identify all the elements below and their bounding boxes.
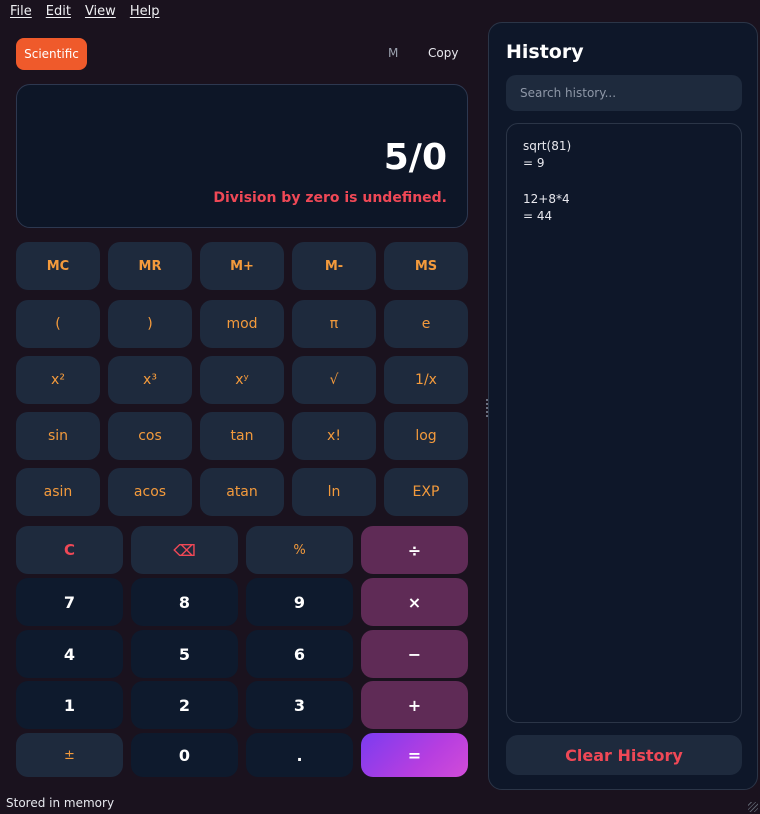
sci-key-button[interactable]: x! <box>292 412 376 460</box>
digit-5-button[interactable]: 5 <box>131 630 238 678</box>
sci-key-button[interactable]: ( <box>16 300 100 348</box>
history-entry-result: = 9 <box>523 156 545 170</box>
memory-mr-button[interactable]: MR <box>108 242 192 290</box>
menu-bar: File Edit View Help <box>0 0 760 22</box>
calculator-toolbar: Scientific M Copy <box>16 38 468 70</box>
negate-button[interactable]: ± <box>16 733 123 777</box>
digit-3-button[interactable]: 3 <box>246 681 353 729</box>
memory-mc-button[interactable]: MC <box>16 242 100 290</box>
history-entry-expression: sqrt(81) <box>523 139 572 153</box>
percent-button[interactable]: % <box>246 526 353 574</box>
clear-button[interactable]: C <box>16 526 123 574</box>
sci-key-button[interactable]: ) <box>108 300 192 348</box>
sci-key-button[interactable]: asin <box>16 468 100 516</box>
sci-key-button[interactable]: ln <box>292 468 376 516</box>
operator-button[interactable]: ÷ <box>361 526 468 574</box>
sci-key-button[interactable]: π <box>292 300 376 348</box>
sci-key-button[interactable]: acos <box>108 468 192 516</box>
sci-key-button[interactable]: √ <box>292 356 376 404</box>
mode-button[interactable]: Scientific <box>16 38 87 70</box>
sci-key-button[interactable]: cos <box>108 412 192 460</box>
digit-8-button[interactable]: 8 <box>131 578 238 626</box>
sci-key-button[interactable]: x² <box>16 356 100 404</box>
calculator-display: 5/0 Division by zero is undefined. <box>16 84 468 228</box>
history-entry[interactable]: sqrt(81) = 9 <box>523 138 725 172</box>
digit-6-button[interactable]: 6 <box>246 630 353 678</box>
digit-0-button[interactable]: 0 <box>131 733 238 777</box>
sci-key-button[interactable]: EXP <box>384 468 468 516</box>
digit-4-button[interactable]: 4 <box>16 630 123 678</box>
history-entry[interactable]: 12+8*4 = 44 <box>523 191 725 225</box>
history-list: sqrt(81) = 9 12+8*4 = 44 <box>506 123 742 723</box>
status-bar-text: Stored in memory <box>6 796 115 810</box>
error-message: Division by zero is undefined. <box>213 190 447 206</box>
history-entry-result: = 44 <box>523 209 553 223</box>
history-search-input[interactable] <box>506 75 742 111</box>
operator-button[interactable]: − <box>361 630 468 678</box>
operator-button[interactable]: × <box>361 578 468 626</box>
menu-edit[interactable]: Edit <box>46 4 71 19</box>
backspace-button[interactable]: ⌫ <box>131 526 238 574</box>
resize-grip-icon[interactable] <box>748 802 758 812</box>
memory-m-button[interactable]: M+ <box>200 242 284 290</box>
expression-text: 5/0 <box>383 137 447 178</box>
equals-button[interactable]: = <box>361 733 468 777</box>
memory-ms-button[interactable]: MS <box>384 242 468 290</box>
menu-help[interactable]: Help <box>130 4 160 19</box>
sci-key-button[interactable]: tan <box>200 412 284 460</box>
sci-key-button[interactable]: e <box>384 300 468 348</box>
memory-indicator-button[interactable]: M <box>388 46 398 60</box>
digit-1-button[interactable]: 1 <box>16 681 123 729</box>
history-title: History <box>506 41 584 63</box>
copy-button[interactable]: Copy <box>428 46 458 60</box>
digit-sym-button[interactable]: . <box>246 733 353 777</box>
digit-2-button[interactable]: 2 <box>131 681 238 729</box>
operator-button[interactable]: + <box>361 681 468 729</box>
digit-9-button[interactable]: 9 <box>246 578 353 626</box>
sci-key-button[interactable]: mod <box>200 300 284 348</box>
sci-key-button[interactable]: x³ <box>108 356 192 404</box>
memory-m-button[interactable]: M- <box>292 242 376 290</box>
sci-key-button[interactable]: sin <box>16 412 100 460</box>
history-entry-expression: 12+8*4 <box>523 192 570 206</box>
sci-key-button[interactable]: xʸ <box>200 356 284 404</box>
history-panel: History sqrt(81) = 9 12+8*4 = 44 Clear H… <box>488 22 758 790</box>
sci-key-button[interactable]: 1/x <box>384 356 468 404</box>
sci-key-button[interactable]: atan <box>200 468 284 516</box>
digit-7-button[interactable]: 7 <box>16 578 123 626</box>
clear-history-button[interactable]: Clear History <box>506 735 742 775</box>
menu-file[interactable]: File <box>10 4 32 19</box>
menu-view[interactable]: View <box>85 4 116 19</box>
sci-key-button[interactable]: log <box>384 412 468 460</box>
